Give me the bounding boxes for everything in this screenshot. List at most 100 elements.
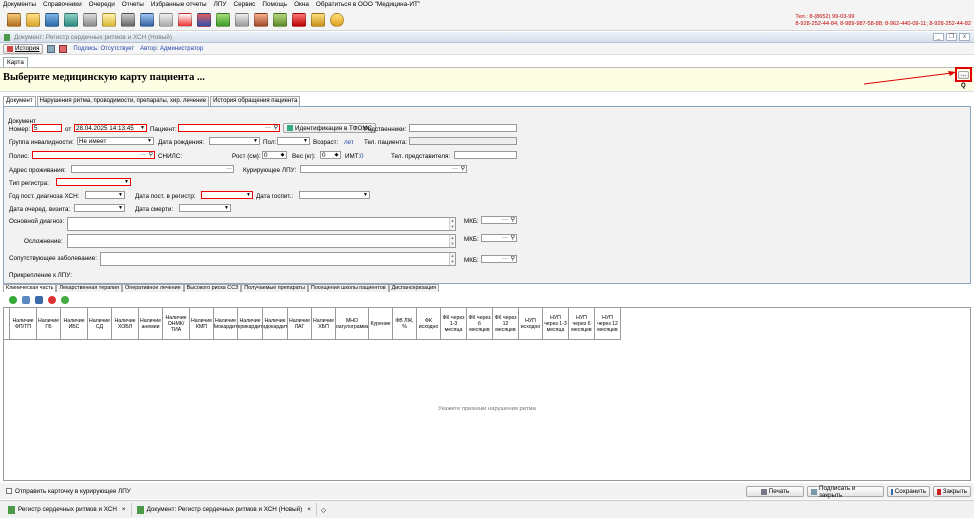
monitor-icon[interactable]: [140, 12, 154, 27]
chevron-down-icon[interactable]: ▼: [245, 192, 252, 198]
grid-column-header[interactable]: НУП исходно: [519, 308, 543, 340]
delete-icon[interactable]: [48, 296, 56, 304]
close-window-button[interactable]: x: [959, 33, 970, 41]
map-icon[interactable]: [273, 12, 287, 27]
add-icon[interactable]: [9, 296, 17, 304]
sex-select[interactable]: ▼: [277, 137, 310, 145]
clinical-subtab[interactable]: Лекарственная терапия: [56, 284, 123, 292]
more-windows-icon[interactable]: ◇: [321, 506, 326, 514]
grid-column-header[interactable]: Наличие ЛАГ: [288, 308, 312, 340]
search-icon[interactable]: ⚲: [149, 152, 153, 158]
menu-item[interactable]: Очереди: [89, 1, 115, 8]
chevron-down-icon[interactable]: ▼: [362, 192, 369, 198]
grid-column-header[interactable]: Наличие ФП/ТП: [10, 308, 37, 340]
search-icon[interactable]: ⚲: [511, 256, 515, 262]
print-button[interactable]: Печать: [746, 486, 804, 497]
menu-item[interactable]: Документы: [3, 1, 36, 8]
scrollbar[interactable]: ▲ ▼: [449, 253, 455, 265]
exit-icon[interactable]: [292, 12, 306, 27]
patient-field[interactable]: ··· ⚲: [178, 124, 280, 132]
search-icon[interactable]: ⚲: [511, 217, 515, 223]
chat-icon[interactable]: [330, 12, 344, 27]
grid-column-header[interactable]: ФК через 12 месяцев: [493, 308, 519, 340]
grid-column-header[interactable]: ФК исходно: [417, 308, 441, 340]
search-icon[interactable]: ⚲: [511, 235, 515, 241]
grid-column-header[interactable]: Наличие анемии: [139, 308, 163, 340]
grid-column-header[interactable]: Наличие Миокардита: [214, 308, 238, 340]
tab-card[interactable]: Карта: [3, 57, 28, 67]
chevron-down-icon[interactable]: ▼: [117, 205, 124, 211]
search-icon[interactable]: ⚲: [274, 125, 278, 131]
document-date-field[interactable]: 28.04.2025 14:13:45 ▼: [74, 124, 147, 132]
folder-icon[interactable]: [26, 12, 40, 27]
chevron-down-icon[interactable]: ▼: [302, 138, 309, 144]
people-icon[interactable]: [254, 12, 268, 27]
shapes-icon[interactable]: [216, 12, 230, 27]
grid-column-header[interactable]: Наличие перикардита: [238, 308, 263, 340]
restore-button[interactable]: ❐: [946, 33, 957, 41]
concomitant-field[interactable]: ▲ ▼: [100, 252, 456, 266]
grid-column-header[interactable]: Наличие эндокардита: [263, 308, 288, 340]
number-field[interactable]: 5: [32, 124, 62, 132]
ellipsis-icon[interactable]: ···: [502, 256, 508, 262]
print-doc-icon[interactable]: [47, 44, 56, 53]
grid-column-header[interactable]: Наличие ХОБЛ: [112, 308, 139, 340]
chevron-down-icon[interactable]: ▼: [223, 205, 230, 211]
clinical-subtab[interactable]: Получаемые препараты: [241, 284, 308, 292]
minimize-button[interactable]: _: [933, 33, 944, 41]
main-diagnosis-mkb-field[interactable]: ··· ⚲: [481, 216, 517, 224]
taskbar-item[interactable]: Регистр сердечных ритмов и ХСН ×: [3, 503, 132, 516]
menu-item[interactable]: ЛПУ: [214, 1, 227, 8]
grid-column-header[interactable]: НУП через 12 месяцев: [595, 308, 621, 340]
grid-column-header[interactable]: Наличие СД: [88, 308, 112, 340]
height-field[interactable]: 0 ◆: [262, 151, 287, 159]
pen-icon[interactable]: [121, 12, 135, 27]
menu-item[interactable]: Окна: [294, 1, 309, 8]
grid-column-header[interactable]: ФВ ЛЖ, %: [393, 308, 417, 340]
close-button[interactable]: Закрыть: [933, 486, 971, 497]
complication-field[interactable]: ▲ ▼: [67, 234, 456, 248]
document-tab[interactable]: Нарушения ритма, проводимости, препараты…: [36, 96, 210, 106]
document-tab[interactable]: История обращения пациента: [210, 96, 301, 106]
ellipsis-icon[interactable]: ···: [502, 235, 508, 241]
send-card-checkbox[interactable]: [6, 488, 12, 494]
history-button[interactable]: История: [3, 43, 44, 54]
clinical-subtab[interactable]: Высокого риска ССЗ: [183, 284, 242, 292]
ellipsis-icon[interactable]: ···: [226, 166, 232, 172]
chevron-down-icon[interactable]: ▼: [139, 125, 146, 131]
representative-phone-field[interactable]: [454, 151, 517, 159]
register-date-field[interactable]: ▼: [201, 191, 253, 199]
save-button[interactable]: Сохранить: [887, 486, 930, 497]
death-date-field[interactable]: ▼: [179, 204, 231, 212]
complication-mkb-field[interactable]: ··· ⚲: [481, 234, 517, 242]
books-icon[interactable]: [197, 12, 211, 27]
grid-column-header[interactable]: Наличие КМП: [190, 308, 214, 340]
disability-select[interactable]: Не имеет ▼: [77, 137, 154, 145]
clinical-subtab[interactable]: Посещения школы пациентов: [307, 284, 389, 292]
select-card-button[interactable]: ...: [958, 71, 969, 79]
grid-column-header[interactable]: НУП через 6 месяцев: [569, 308, 595, 340]
grid-column-header[interactable]: Наличие ХБП: [312, 308, 336, 340]
search-card-icon[interactable]: Q: [961, 83, 966, 89]
grid-column-header[interactable]: НУП через 1-3 месяца: [543, 308, 569, 340]
close-icon[interactable]: ×: [307, 506, 311, 513]
chevron-down-icon[interactable]: ▼: [146, 138, 153, 144]
first-aid-icon[interactable]: [178, 12, 192, 27]
grid-column-header[interactable]: Курение: [369, 308, 393, 340]
weight-field[interactable]: 0 ◆: [320, 151, 341, 159]
notepad-icon[interactable]: [102, 12, 116, 27]
hospitalization-date-field[interactable]: ▼: [299, 191, 370, 199]
menu-item[interactable]: Обратиться в ООО "Медицина-ИТ": [316, 1, 420, 8]
address-field[interactable]: ···: [71, 165, 234, 173]
patient-phone-field[interactable]: [409, 137, 517, 145]
next-visit-field[interactable]: ▼: [74, 204, 125, 212]
clinical-subtab[interactable]: Диспансеризация: [388, 284, 440, 292]
delete-doc-icon[interactable]: [59, 44, 68, 53]
registry-icon[interactable]: [64, 12, 78, 27]
chevron-down-icon[interactable]: ▼: [252, 138, 259, 144]
lock-icon[interactable]: [311, 12, 325, 27]
register-type-select[interactable]: ▼: [56, 178, 131, 186]
scrollbar[interactable]: ▲ ▼: [449, 218, 455, 230]
ellipsis-icon[interactable]: ···: [502, 217, 508, 223]
concomitant-mkb-field[interactable]: ··· ⚲: [481, 255, 517, 263]
